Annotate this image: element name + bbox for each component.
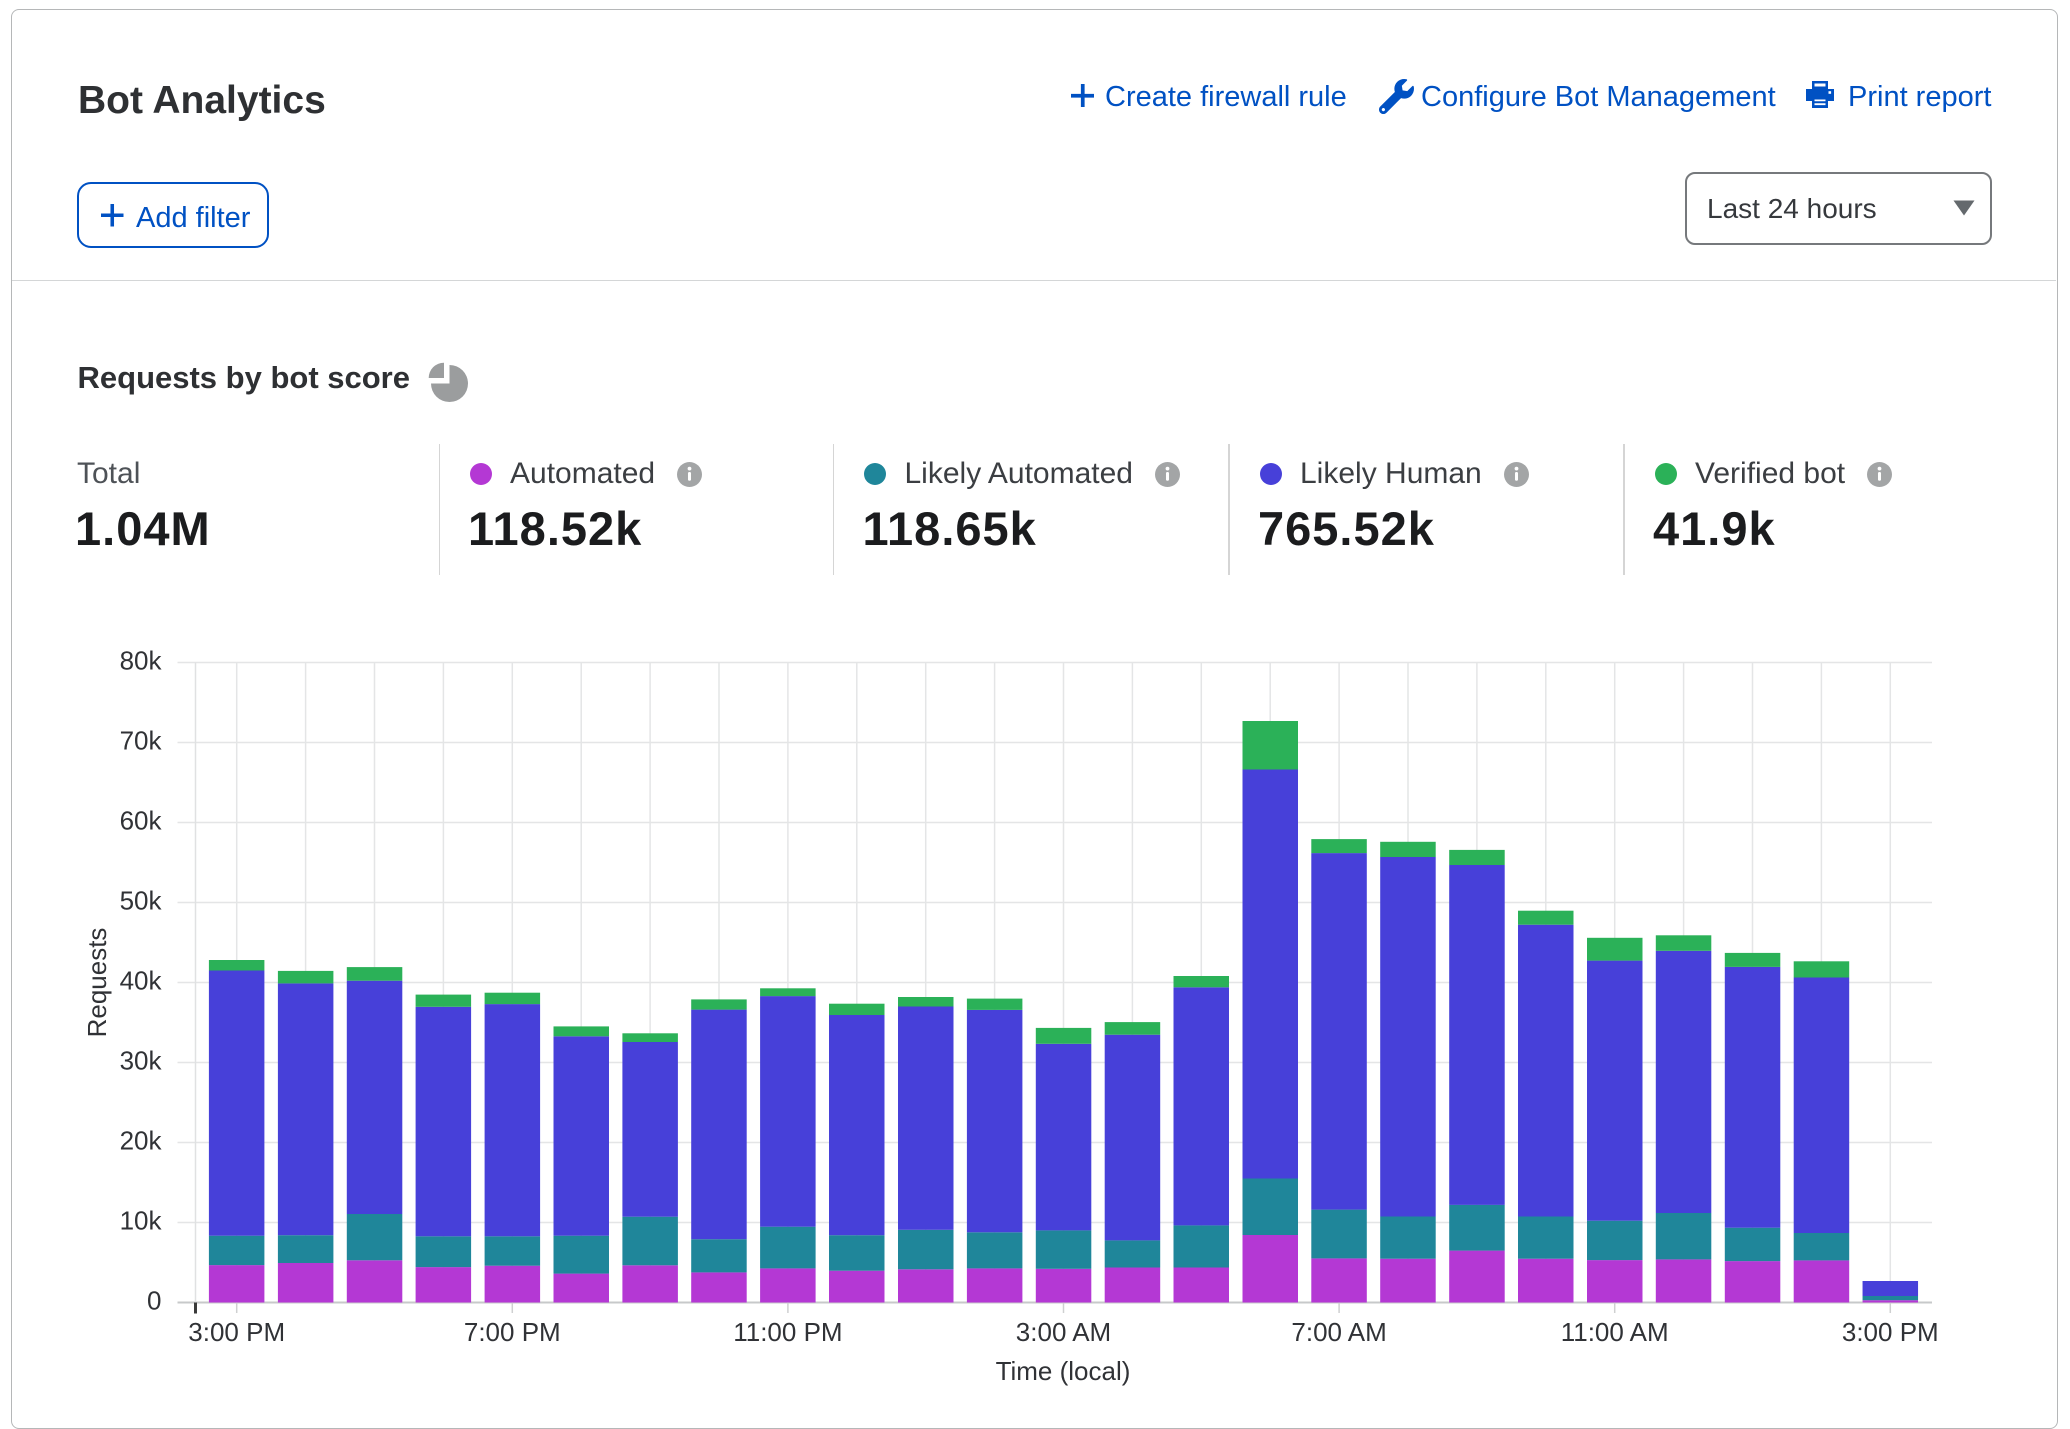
svg-text:30k: 30k — [120, 1046, 163, 1076]
svg-text:11:00 AM: 11:00 AM — [1561, 1317, 1669, 1347]
svg-text:11:00 PM: 11:00 PM — [733, 1317, 842, 1347]
svg-text:0: 0 — [147, 1286, 161, 1316]
svg-text:40k: 40k — [120, 966, 163, 996]
svg-text:20k: 20k — [120, 1126, 163, 1156]
svg-text:3:00 PM: 3:00 PM — [188, 1317, 285, 1347]
svg-text:10k: 10k — [120, 1206, 163, 1236]
svg-text:7:00 AM: 7:00 AM — [1291, 1317, 1386, 1347]
svg-text:50k: 50k — [120, 886, 163, 916]
svg-text:70k: 70k — [120, 726, 163, 756]
svg-text:60k: 60k — [120, 806, 163, 836]
svg-text:7:00 PM: 7:00 PM — [464, 1317, 561, 1347]
svg-text:3:00 AM: 3:00 AM — [1016, 1317, 1111, 1347]
svg-text:Time (local): Time (local) — [996, 1356, 1131, 1386]
svg-text:80k: 80k — [120, 646, 163, 676]
svg-text:3:00 PM: 3:00 PM — [1842, 1317, 1939, 1347]
svg-text:Requests: Requests — [82, 928, 112, 1038]
